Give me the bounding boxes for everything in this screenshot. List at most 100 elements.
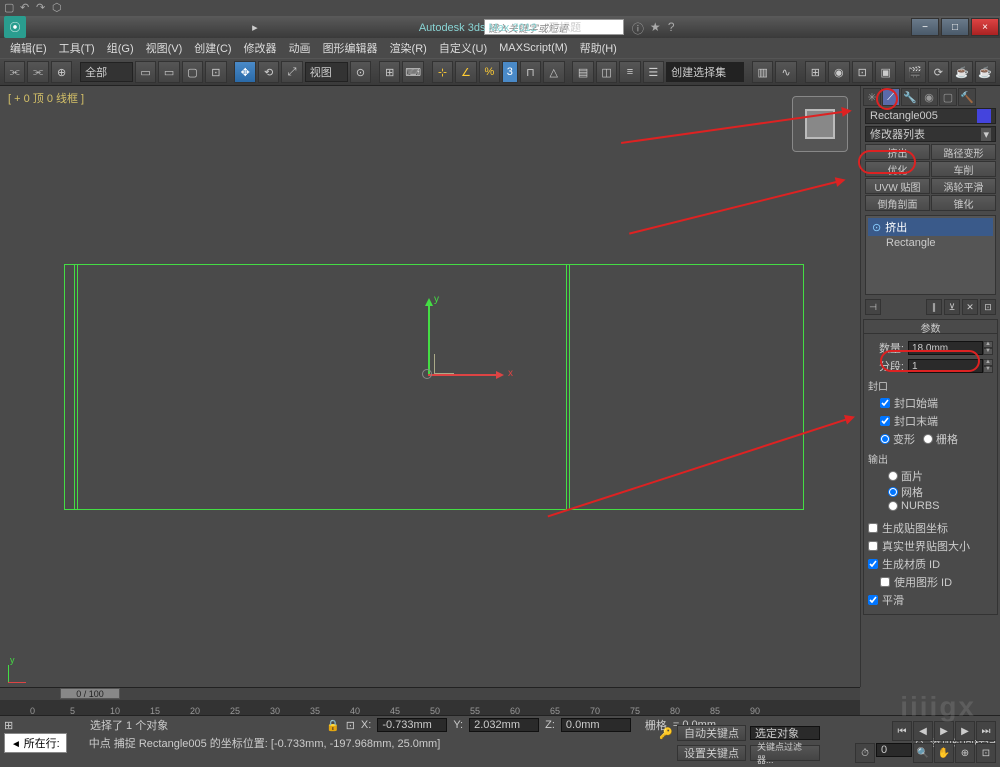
modifier-list[interactable]: 修改器列表 — [865, 126, 996, 142]
time-slider[interactable]: 0 / 100 — [0, 688, 860, 700]
gizmo-y-axis[interactable] — [428, 300, 430, 374]
graphite-icon[interactable]: ▥ — [752, 61, 773, 83]
pivot-icon[interactable]: ⊙ — [350, 61, 371, 83]
autokey-button[interactable]: 自动关键点 — [677, 725, 746, 741]
timeline[interactable]: 0 / 100 05101520253035404550556065707580… — [0, 687, 860, 715]
viewport[interactable]: [ + 0 顶 0 线框 ] y x y — [0, 86, 860, 687]
tab-motion[interactable]: ◉ — [920, 88, 938, 106]
minimize-button[interactable]: − — [911, 18, 939, 36]
mod-pathdeform[interactable]: 路径变形 — [931, 144, 996, 160]
spinner-snap-icon[interactable]: 3 — [502, 61, 518, 83]
curve-editor-icon[interactable]: ∿ — [775, 61, 796, 83]
x-coord[interactable]: -0.733mm — [377, 718, 447, 732]
next-frame-icon[interactable]: ▶ — [955, 721, 975, 741]
select-manipulate-icon[interactable]: ⊞ — [379, 61, 400, 83]
app-icon[interactable]: ⦿ — [4, 16, 26, 38]
key-filter-dropdown[interactable]: 选定对象 — [750, 726, 820, 740]
key-filters[interactable]: 关键点过滤器... — [750, 745, 820, 761]
mod-uvw[interactable]: UVW 贴图 — [865, 178, 930, 194]
object-name-field[interactable]: Rectangle005 — [865, 108, 996, 124]
render-setup-icon[interactable]: ⊡ — [852, 61, 873, 83]
qa-undo-icon[interactable]: ↶ — [20, 1, 34, 15]
teapot2-icon[interactable]: ☕ — [975, 61, 996, 83]
mod-bevelprofile[interactable]: 倒角剖面 — [865, 195, 930, 211]
menu-help[interactable]: 帮助(H) — [574, 38, 623, 58]
tab-hierarchy[interactable]: 🔧 — [901, 88, 919, 106]
out-mesh-radio[interactable] — [888, 487, 898, 497]
nav-max-icon[interactable]: ⊡ — [976, 743, 996, 763]
align-icon[interactable]: ≡ — [619, 61, 640, 83]
gen-mat-check[interactable] — [868, 559, 878, 569]
menu-customize[interactable]: 自定义(U) — [433, 38, 493, 58]
use-shape-check[interactable] — [880, 577, 890, 587]
remove-mod-icon[interactable]: ✕ — [962, 299, 978, 315]
goto-end-icon[interactable]: ⏭ — [976, 721, 996, 741]
selection-set[interactable]: 创建选择集 — [666, 62, 744, 82]
show-result-icon[interactable]: ∥ — [926, 299, 942, 315]
rotate-icon[interactable]: ⟲ — [258, 61, 279, 83]
menu-modifiers[interactable]: 修改器 — [238, 38, 283, 58]
mod-extrude[interactable]: 挤出 — [865, 144, 930, 160]
segments-spinner[interactable]: 1 — [908, 359, 983, 373]
tab-utilities[interactable]: 🔨 — [958, 88, 976, 106]
help-icon[interactable]: ? — [668, 20, 682, 34]
menu-views[interactable]: 视图(V) — [140, 38, 189, 58]
coord-mode-icon[interactable]: ⊡ — [346, 719, 355, 732]
cap-morph-radio[interactable] — [880, 434, 890, 444]
play-icon[interactable]: ▶ — [934, 721, 954, 741]
mod-lathe[interactable]: 车削 — [931, 161, 996, 177]
qa-link-icon[interactable]: ⬡ — [52, 1, 66, 15]
selection-filter[interactable]: 全部 — [80, 62, 133, 82]
scale-icon[interactable]: ⤢ — [281, 61, 302, 83]
window-crossing-icon[interactable]: ⊡ — [205, 61, 226, 83]
mod-optimize[interactable]: 优化 — [865, 161, 930, 177]
tab-modify[interactable]: ⟋ — [882, 88, 900, 106]
configure-icon[interactable]: ⊡ — [980, 299, 996, 315]
time-ruler[interactable]: 051015202530354045505560657075808590 — [0, 700, 860, 716]
amount-spinner[interactable]: 18.0mm — [908, 341, 983, 355]
setkey-button[interactable]: 设置关键点 — [677, 745, 746, 761]
current-line-button[interactable]: ◄ 所在行: — [4, 733, 67, 753]
tab-create[interactable]: ✳ — [863, 88, 881, 106]
goto-start-icon[interactable]: ⏮ — [892, 721, 912, 741]
menu-create[interactable]: 创建(C) — [188, 38, 237, 58]
teapot-icon[interactable]: ☕ — [951, 61, 972, 83]
key-icon[interactable]: 🔑 — [659, 727, 673, 740]
named-sel-icon[interactable]: ▤ — [572, 61, 593, 83]
render-frame-icon[interactable]: ▣ — [875, 61, 896, 83]
menu-graph[interactable]: 图形编辑器 — [317, 38, 384, 58]
menu-maxscript[interactable]: MAXScript(M) — [493, 40, 573, 56]
bind-icon[interactable]: ⊕ — [51, 61, 72, 83]
z-coord[interactable]: 0.0mm — [561, 718, 631, 732]
viewport-label[interactable]: [ + 0 顶 0 线框 ] — [8, 90, 84, 106]
out-patch-radio[interactable] — [888, 471, 898, 481]
render-prod-icon[interactable]: 🎬 — [904, 61, 925, 83]
qa-redo-icon[interactable]: ↷ — [36, 1, 50, 15]
menu-render[interactable]: 渲染(R) — [384, 38, 433, 58]
menu-edit[interactable]: 编辑(E) — [4, 38, 53, 58]
object-color[interactable] — [977, 109, 991, 123]
material-icon[interactable]: ◉ — [828, 61, 849, 83]
prev-frame-icon[interactable]: ◀ — [913, 721, 933, 741]
layers-icon[interactable]: ☰ — [643, 61, 664, 83]
toggle-icon[interactable]: ⊞ — [4, 719, 18, 732]
move-icon[interactable]: ✥ — [234, 61, 255, 83]
mod-taper[interactable]: 锥化 — [931, 195, 996, 211]
smooth-check[interactable] — [868, 595, 878, 605]
close-button[interactable]: × — [971, 18, 999, 36]
time-config-icon[interactable]: ⏱ — [855, 743, 875, 763]
mirror-icon[interactable]: ◫ — [596, 61, 617, 83]
cap-grid-radio[interactable] — [923, 434, 933, 444]
viewcube[interactable] — [792, 96, 848, 152]
link-icon[interactable]: ⫘ — [4, 61, 25, 83]
select-icon[interactable]: ▭ — [135, 61, 156, 83]
nav-zoom-icon[interactable]: 🔍 — [913, 743, 933, 763]
tab-display[interactable]: ▢ — [939, 88, 957, 106]
star-icon[interactable]: ★ — [650, 20, 664, 34]
gen-map-check[interactable] — [868, 523, 878, 533]
nav-orbit-icon[interactable]: ⊕ — [955, 743, 975, 763]
angle-snap-icon[interactable]: ∠ — [455, 61, 476, 83]
gizmo-center[interactable] — [422, 369, 432, 379]
select-region-icon[interactable]: ▢ — [182, 61, 203, 83]
y-coord[interactable]: 2.032mm — [469, 718, 539, 732]
